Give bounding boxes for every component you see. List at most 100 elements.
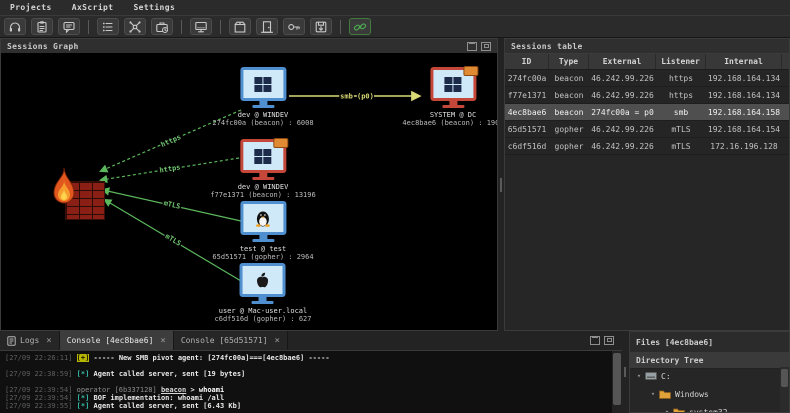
graph-node-c6df516d[interactable]: user @ Mac-user.local c6df516d (gopher) … xyxy=(215,263,312,323)
toolbar-button-save[interactable] xyxy=(310,18,332,35)
table-cell: 192.168.164.154 xyxy=(706,121,782,137)
tab-console-4ec8bae6[interactable]: Console [4ec8bae6] × xyxy=(60,331,174,350)
float-panel-icon[interactable] xyxy=(467,42,477,51)
menu-settings[interactable]: Settings xyxy=(133,3,175,12)
table-row[interactable]: c6df516dgopher46.242.99.226mTLS172.16.19… xyxy=(505,138,789,155)
toolbar-button-network[interactable] xyxy=(124,18,146,35)
toolbar-button-headphones[interactable] xyxy=(4,18,26,35)
headphones-icon xyxy=(8,20,22,34)
console-output[interactable]: [27/09 22:26:11] [+] ----- New SMB pivot… xyxy=(0,351,612,413)
sessions-table-body: 274fc00abeacon46.242.99.226https192.168.… xyxy=(505,70,789,155)
table-row[interactable]: 4ec8bae6beacon274fc00a = p0smb192.168.16… xyxy=(505,104,789,121)
table-cell xyxy=(782,138,790,154)
console-line xyxy=(5,378,607,386)
files-panel: Files [4ec8bae6] Directory Tree ▾C:▾Wind… xyxy=(629,331,790,413)
toolbar-button-list[interactable] xyxy=(97,18,119,35)
float-panel-icon[interactable] xyxy=(590,336,600,345)
vertical-splitter[interactable] xyxy=(622,331,629,413)
column-header[interactable]: External xyxy=(589,54,656,69)
tree-item-windows[interactable]: ▾Windows xyxy=(630,385,780,403)
console-line: [27/09 22:38:59] [*] Agent called server… xyxy=(5,370,607,378)
toolbar-button-door[interactable] xyxy=(256,18,278,35)
table-cell: DO xyxy=(782,70,790,86)
graph-node-65d51571[interactable]: test @ test 65d51571 (gopher) : 2964 xyxy=(212,201,313,261)
column-header[interactable] xyxy=(782,54,790,69)
sessions-graph-header: Sessions Graph xyxy=(1,39,497,54)
close-icon[interactable]: × xyxy=(46,336,51,346)
expander-icon[interactable]: ▾ xyxy=(649,390,657,398)
console-link[interactable]: beacon xyxy=(161,386,186,394)
table-cell: gopher xyxy=(549,138,589,154)
tab-logs[interactable]: Logs × xyxy=(0,331,60,350)
chat-icon xyxy=(62,20,76,34)
node-sublabel: 274fc00a (beacon) : 6008 xyxy=(212,119,313,127)
node-sublabel: 4ec8bae6 (beacon) : 1904 xyxy=(402,119,497,127)
node-label: test @ test xyxy=(240,245,286,253)
menu-bar: Projects AxScript Settings xyxy=(0,0,790,15)
table-cell: DO xyxy=(782,87,790,103)
console-scrollbar[interactable] xyxy=(612,351,622,413)
dock-panel-icon[interactable] xyxy=(604,336,614,345)
table-row[interactable]: 274fc00abeacon46.242.99.226https192.168.… xyxy=(505,70,789,87)
column-header[interactable]: Type xyxy=(549,54,589,69)
files-scrollbar[interactable] xyxy=(780,367,789,412)
table-row[interactable]: f77e1371beacon46.242.99.226https192.168.… xyxy=(505,87,789,104)
table-cell: 172.16.196.128 xyxy=(706,138,782,154)
tree-item-c-[interactable]: ▾C: xyxy=(630,367,780,385)
elevated-badge-icon xyxy=(463,66,478,76)
tree-item-system32[interactable]: ▾system32 xyxy=(630,403,780,412)
table-cell xyxy=(782,121,790,137)
tab-label: Logs xyxy=(20,336,39,345)
table-row[interactable]: 65d51571gopher46.242.99.226mTLS192.168.1… xyxy=(505,121,789,138)
toolbar-separator xyxy=(220,20,221,34)
column-header[interactable]: Listener xyxy=(656,54,706,69)
monitor-icon xyxy=(194,20,208,34)
node-label: dev @ WINDEV xyxy=(238,183,289,191)
toolbar-button-clipboard[interactable] xyxy=(31,18,53,35)
node-sublabel: 65d51571 (gopher) : 2964 xyxy=(212,253,313,261)
column-header[interactable]: ID xyxy=(505,54,549,69)
door-icon xyxy=(260,20,274,34)
folder-icon xyxy=(659,389,671,399)
toolbar-separator xyxy=(88,20,89,34)
close-icon[interactable]: × xyxy=(275,336,280,346)
dock-panel-icon[interactable] xyxy=(481,42,491,51)
table-cell: beacon xyxy=(549,70,589,86)
table-cell: 4ec8bae6 xyxy=(505,104,549,120)
table-cell: 192.168.164.158 xyxy=(706,104,782,120)
table-cell: 46.242.99.226 xyxy=(589,70,656,86)
graph-node-274fc00a[interactable]: dev @ WINDEV 274fc00a (beacon) : 6008 xyxy=(212,67,313,127)
table-cell: 65d51571 xyxy=(505,121,549,137)
sessions-graph-panel: Sessions Graph smb (p0) https https xyxy=(0,38,498,331)
sessions-table-header: Sessions table xyxy=(505,39,789,54)
key-icon xyxy=(287,20,301,34)
briefcase-icon xyxy=(155,20,169,34)
edge-label-mtls-2: mTLS xyxy=(164,232,183,248)
toolbar-button-link[interactable] xyxy=(349,18,371,35)
toolbar-button-chat[interactable] xyxy=(58,18,80,35)
toolbar-button-briefcase[interactable] xyxy=(151,18,173,35)
sessions-table-panel: Sessions table IDTypeExternalListenerInt… xyxy=(504,38,790,331)
graph-node-4ec8bae6[interactable]: SYSTEM @ DC 4ec8bae6 (beacon) : 1904 xyxy=(402,67,497,127)
console-line xyxy=(5,362,607,370)
close-icon[interactable]: × xyxy=(160,336,165,346)
tab-console-65d51571[interactable]: Console [65d51571] × xyxy=(174,331,288,350)
menu-projects[interactable]: Projects xyxy=(10,3,52,12)
firewall-icon xyxy=(49,167,105,221)
toolbar-button-monitor[interactable] xyxy=(190,18,212,35)
table-cell: beacon xyxy=(549,87,589,103)
graph-node-f77e1371[interactable]: dev @ WINDEV f77e1371 (beacon) : 13196 xyxy=(210,139,315,199)
table-cell: 46.242.99.226 xyxy=(589,121,656,137)
menu-axscript[interactable]: AxScript xyxy=(72,3,114,12)
toolbar-button-key[interactable] xyxy=(283,18,305,35)
expander-icon[interactable]: ▾ xyxy=(663,408,671,412)
node-sublabel: c6df516d (gopher) : 627 xyxy=(215,315,312,323)
column-header[interactable]: Internal xyxy=(706,54,782,69)
directory-tree: ▾C:▾Windows▾system32 xyxy=(630,367,780,412)
elevated-badge-icon xyxy=(273,138,288,148)
sessions-graph-canvas[interactable]: smb (p0) https https mTLS mTLS dev @ W xyxy=(1,53,497,330)
toolbar-button-package[interactable] xyxy=(229,18,251,35)
expander-icon[interactable]: ▾ xyxy=(635,372,643,380)
files-panel-title: Files [4ec8bae6] xyxy=(630,332,789,353)
console-tab-bar: Logs × Console [4ec8bae6] × Console [65d… xyxy=(0,331,622,351)
